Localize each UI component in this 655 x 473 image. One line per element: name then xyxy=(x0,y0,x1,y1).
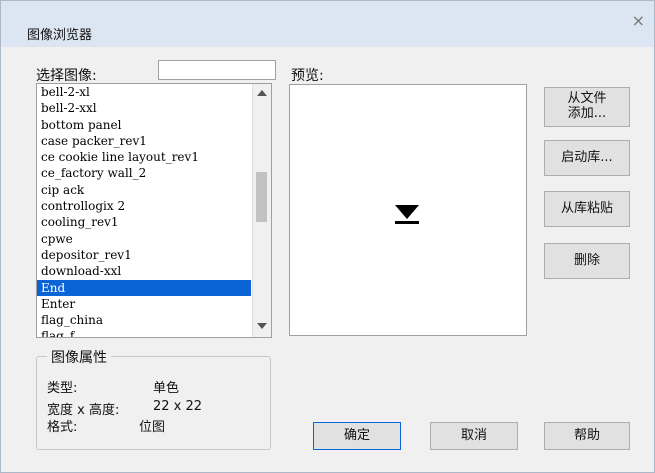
cancel-button[interactable]: 取消 xyxy=(430,422,518,450)
preview-label: 预览: xyxy=(291,68,324,84)
delete-button[interactable]: 删除 xyxy=(544,243,630,279)
image-properties-group: 图像属性 类型: 单色 宽度 x 高度: 22 x 22 格式: 位图 xyxy=(36,347,271,450)
format-value: 位图 xyxy=(139,420,166,435)
title-bar: 图像浏览器 × xyxy=(1,1,654,47)
scroll-up-arrow-icon[interactable] xyxy=(257,90,267,96)
image-list-item[interactable]: End xyxy=(37,279,251,296)
image-list-item[interactable]: bell-2-xxl xyxy=(37,100,251,116)
scroll-down-arrow-icon[interactable] xyxy=(257,323,267,329)
scroll-thumb[interactable] xyxy=(256,172,267,222)
start-library-button[interactable]: 启动库... xyxy=(544,140,630,176)
image-list-item[interactable]: controllogix 2 xyxy=(37,198,251,214)
size-value: 22 x 22 xyxy=(153,399,203,414)
image-list-item[interactable]: depositor_rev1 xyxy=(37,247,251,263)
select-image-label: 选择图像: xyxy=(36,68,97,84)
image-list-item[interactable]: bottom panel xyxy=(37,117,251,133)
type-label: 类型: xyxy=(47,381,78,396)
image-list-item[interactable]: cpwe xyxy=(37,231,251,247)
window-title: 图像浏览器 xyxy=(27,28,93,43)
end-arrow-icon xyxy=(395,205,419,224)
help-button[interactable]: 帮助 xyxy=(544,422,630,450)
add-from-file-line2: 添加... xyxy=(567,106,607,121)
list-scrollbar[interactable] xyxy=(252,84,271,337)
ok-button[interactable]: 确定 xyxy=(313,422,401,450)
paste-from-library-button[interactable]: 从库粘贴 xyxy=(544,191,630,227)
add-from-file-button[interactable]: 从文件 添加... xyxy=(544,87,630,127)
image-listbox[interactable]: bell-2-xl bell-2-xxl bottom panel case pack… xyxy=(36,83,272,338)
image-list-item[interactable]: download-xxl xyxy=(37,263,251,279)
properties-title: 图像属性 xyxy=(47,347,111,367)
image-browser-dialog: 图像浏览器 × 选择图像: bell-2-xl bell-2-xxl bottom … xyxy=(0,0,655,473)
image-list-item[interactable]: cooling_rev1 xyxy=(37,214,251,230)
type-value: 单色 xyxy=(153,381,180,396)
close-icon[interactable]: × xyxy=(632,11,645,30)
image-list-item[interactable]: flag_f... xyxy=(37,328,251,337)
format-label: 格式: xyxy=(47,420,78,435)
image-list-item[interactable]: ce cookie line layout_rev1 xyxy=(37,149,251,165)
image-list-item[interactable]: flag_china xyxy=(37,312,251,328)
image-list-item[interactable]: ce_factory wall_2 xyxy=(37,165,251,181)
image-list-item[interactable]: case packer_rev1 xyxy=(37,133,251,149)
image-list-item[interactable]: bell-2-xl xyxy=(37,84,251,100)
image-list: bell-2-xl bell-2-xxl bottom panel case pack… xyxy=(37,84,251,337)
preview-pane xyxy=(289,84,527,336)
image-list-item[interactable]: Enter xyxy=(37,296,251,312)
image-list-item[interactable]: cip ack xyxy=(37,182,251,198)
image-filter-input[interactable] xyxy=(158,60,276,80)
add-from-file-line1: 从文件 xyxy=(567,91,607,106)
